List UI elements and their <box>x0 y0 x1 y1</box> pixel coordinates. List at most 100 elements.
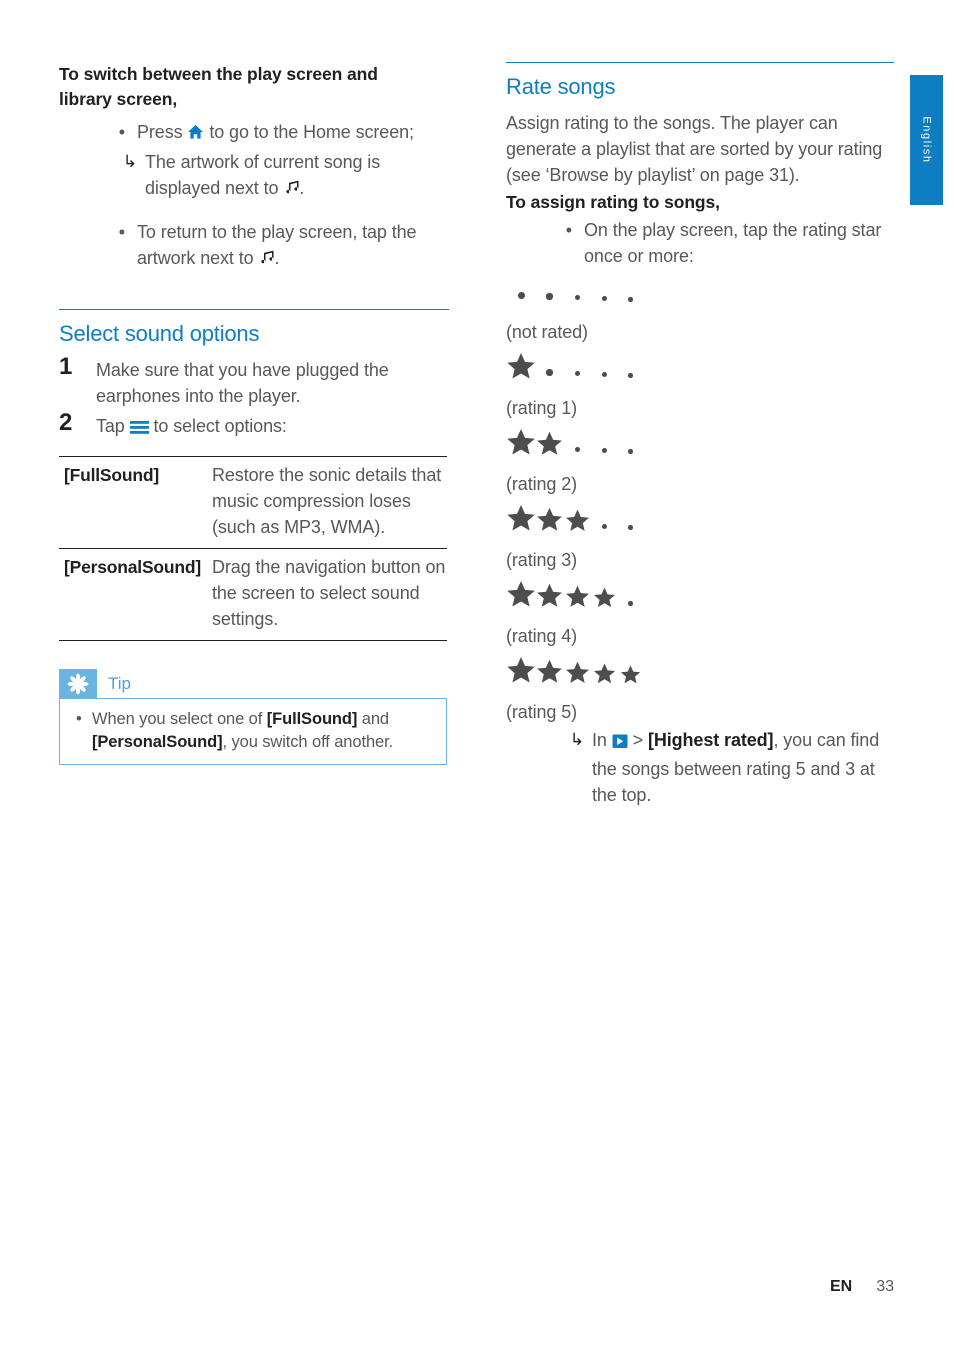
rating-row[interactable] <box>506 505 656 537</box>
list-item: ↳ The artwork of current song is display… <box>59 149 449 203</box>
list-item: ↳ In > [Highest rated], you can find the… <box>506 727 894 808</box>
star-empty-dot-icon[interactable] <box>628 449 633 454</box>
tip-asterisk-icon <box>59 669 97 699</box>
star-filled-icon[interactable] <box>565 584 590 613</box>
home-icon <box>187 121 204 147</box>
rating-caption: (rating 1) <box>506 398 578 418</box>
list-item: 1 Make sure that you have plugged the ea… <box>59 353 449 409</box>
star-empty-dot-icon[interactable] <box>546 369 553 376</box>
select-sound-options-section: Select sound options 1 Make sure that yo… <box>59 309 449 765</box>
list-item-text-after: to go to the Home screen; <box>204 122 414 142</box>
intro-heading: To switch between the play screen and li… <box>59 62 449 112</box>
language-tab: English <box>910 75 943 205</box>
note-bold-highest-rated: [Highest rated] <box>647 730 774 750</box>
bullet-marker: • <box>118 122 125 142</box>
page-footer: EN 33 <box>0 1278 894 1296</box>
tip-bold-fullsound: [FullSound] <box>266 710 358 728</box>
note-text-separator: > <box>627 730 648 750</box>
star-filled-icon[interactable] <box>536 658 563 689</box>
sound-options-table: [FullSound] Restore the sonic details th… <box>59 456 447 641</box>
list-item: 2 Tap to select options: <box>59 409 449 442</box>
step-number: 1 <box>59 353 73 380</box>
star-empty-dot-icon[interactable] <box>574 446 581 453</box>
document-page: To switch between the play screen and li… <box>0 0 954 1349</box>
star-filled-icon[interactable] <box>506 655 536 689</box>
list-item-text: On the play screen, tap the rating star … <box>584 220 882 266</box>
rating-row[interactable] <box>506 281 656 309</box>
star-filled-icon[interactable] <box>536 582 563 613</box>
star-filled-icon[interactable] <box>536 430 563 461</box>
note-text-before: In <box>592 730 612 750</box>
star-empty-dot-icon[interactable] <box>602 524 607 529</box>
bullet-marker: • <box>565 220 572 240</box>
rating-caption: (not rated) <box>506 322 588 342</box>
right-column: Rate songs Assign rating to the songs. T… <box>506 62 894 808</box>
table-row: [PersonalSound] Drag the navigation butt… <box>59 549 447 641</box>
tip-box: Tip • When you select one of [FullSound] … <box>59 669 447 765</box>
page-title: Rate songs <box>506 74 616 99</box>
page-title: Select sound options <box>59 321 260 346</box>
music-note-icon <box>283 177 299 203</box>
music-note-icon <box>258 247 274 273</box>
star-empty-dot-icon[interactable] <box>517 291 525 299</box>
rating-row[interactable] <box>506 657 656 689</box>
option-description: Drag the navigation button on the screen… <box>212 557 446 629</box>
list-item: • On the play screen, tap the rating sta… <box>506 217 894 269</box>
star-empty-dot-icon[interactable] <box>628 601 633 606</box>
playlist-icon <box>612 730 628 756</box>
rating-caption: (rating 2) <box>506 474 578 494</box>
star-empty-dot-icon[interactable] <box>628 525 633 530</box>
left-column: To switch between the play screen and li… <box>59 62 449 765</box>
list-item: • Press to go to the Home screen; <box>59 119 449 147</box>
star-filled-icon[interactable] <box>506 427 536 461</box>
star-filled-icon[interactable] <box>506 351 536 385</box>
star-empty-dot-icon[interactable] <box>628 297 633 302</box>
option-name: [PersonalSound] <box>64 557 202 577</box>
rating-caption: (rating 4) <box>506 626 578 646</box>
star-empty-dot-icon[interactable] <box>602 448 607 453</box>
rating-examples: (not rated) (rating 1) (rating 2) (rating 3… <box>506 281 894 725</box>
intro-heading-line-1: To switch between the play screen and <box>59 64 378 84</box>
intro-bullet-list: • Press to go to the Home screen; ↳ The … <box>59 119 449 273</box>
rating-caption: (rating 3) <box>506 550 578 570</box>
tip-header: Tip <box>59 669 447 699</box>
rating-row[interactable] <box>506 353 656 385</box>
star-filled-icon[interactable] <box>565 508 590 537</box>
star-filled-icon[interactable] <box>506 579 536 613</box>
star-filled-icon[interactable] <box>565 660 590 689</box>
rating-bullet-list: • On the play screen, tap the rating sta… <box>506 217 894 269</box>
star-filled-icon[interactable] <box>593 662 616 689</box>
step-number: 2 <box>59 409 73 436</box>
arrow-marker-icon: ↳ <box>122 152 137 171</box>
star-filled-icon[interactable] <box>593 586 616 613</box>
star-empty-dot-icon[interactable] <box>574 294 581 301</box>
language-tab-label: English <box>920 116 933 164</box>
rating-row[interactable] <box>506 429 656 461</box>
star-filled-icon[interactable] <box>536 506 563 537</box>
list-item-text-before: The artwork of current song is displayed… <box>145 152 381 198</box>
section-divider <box>506 62 894 63</box>
star-empty-dot-icon[interactable] <box>602 296 607 301</box>
star-filled-icon[interactable] <box>506 503 536 537</box>
star-empty-dot-icon[interactable] <box>628 373 633 378</box>
footer-page-number: 33 <box>876 1278 894 1295</box>
bullet-marker: • <box>118 222 125 242</box>
subheading: To assign rating to songs, <box>506 192 720 212</box>
intro-paragraph: Assign rating to the songs. The player c… <box>506 113 883 185</box>
star-filled-icon[interactable] <box>620 664 641 689</box>
star-empty-dot-icon[interactable] <box>602 372 607 377</box>
table-row: [FullSound] Restore the sonic details th… <box>59 457 447 549</box>
rating-row[interactable] <box>506 581 656 613</box>
tip-bold-personalsound: [PersonalSound] <box>92 733 223 751</box>
star-empty-dot-icon[interactable] <box>546 293 553 300</box>
highest-rated-note-list: ↳ In > [Highest rated], you can find the… <box>506 727 894 808</box>
list-item-text-after: . <box>299 178 305 198</box>
option-name: [FullSound] <box>64 465 159 485</box>
tip-text-part-1: When you select one of <box>92 710 267 728</box>
tip-text-part-3: , you switch off another. <box>222 733 394 751</box>
rating-caption: (rating 5) <box>506 702 578 722</box>
list-item-text-before: Press <box>137 122 188 142</box>
list-item: • When you select one of [FullSound] and … <box>70 708 436 754</box>
step-text-after: to select options: <box>148 416 287 436</box>
star-empty-dot-icon[interactable] <box>574 370 581 377</box>
